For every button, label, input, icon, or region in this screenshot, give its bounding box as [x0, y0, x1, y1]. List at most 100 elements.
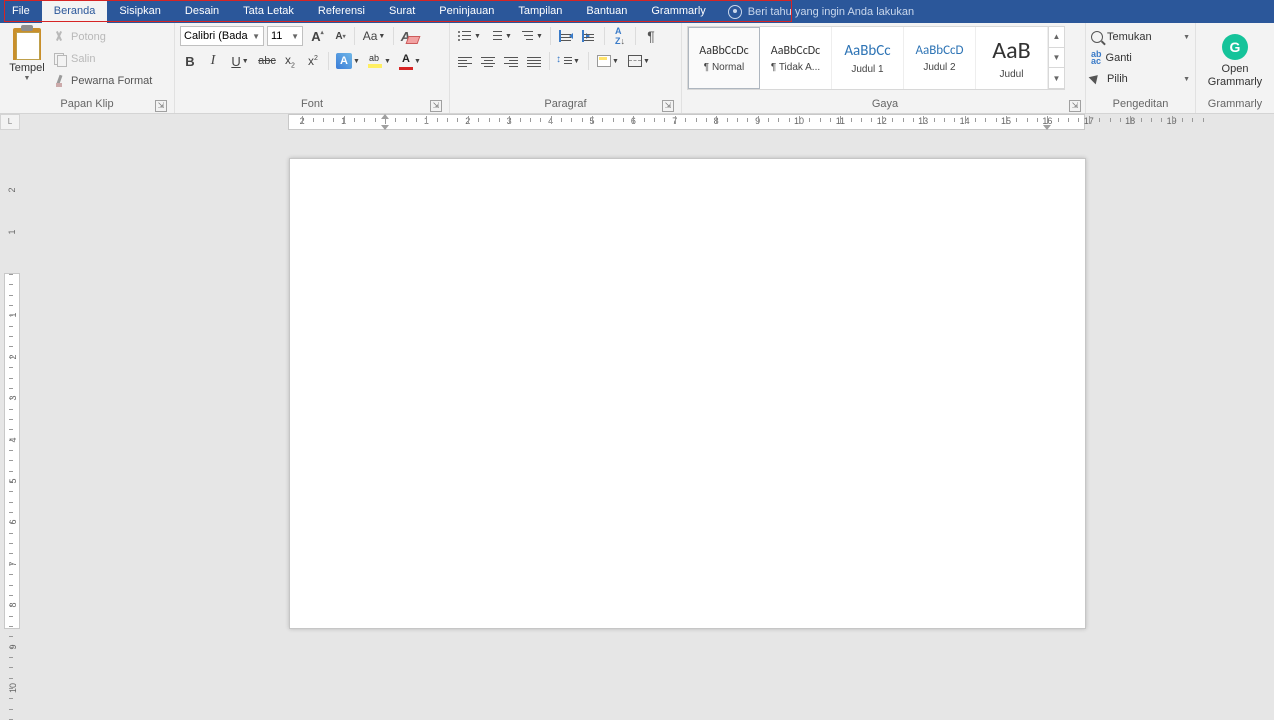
first-line-indent-marker[interactable] [381, 114, 389, 119]
ruler-tick [9, 636, 13, 637]
select-button[interactable]: Pilih ▼ [1091, 70, 1190, 88]
grow-font-button[interactable]: A [306, 26, 326, 46]
clear-format-button[interactable]: A [399, 27, 421, 45]
style--tidak-a-[interactable]: AaBbCcDc ¶ Tidak A... [760, 27, 832, 89]
justify-button[interactable] [524, 51, 544, 71]
cut-button[interactable]: Potong [53, 28, 152, 46]
ruler-tick [1037, 118, 1038, 122]
shading-button[interactable]: ▼ [594, 51, 622, 71]
tab-sisipkan[interactable]: Sisipkan [107, 0, 173, 23]
underline-button[interactable]: U▼ [226, 51, 254, 71]
clipboard-launcher[interactable]: ⇲ [155, 100, 167, 112]
font-launcher[interactable]: ⇲ [430, 100, 442, 112]
replace-button[interactable]: abac Ganti [1091, 49, 1190, 67]
para-launcher[interactable]: ⇲ [662, 100, 674, 112]
highlight-button[interactable]: ▼ [365, 51, 393, 71]
paste-button[interactable]: Tempel ▼ [5, 26, 49, 97]
align-left-button[interactable] [455, 51, 475, 71]
bold-button[interactable]: B [180, 51, 200, 71]
chevron-down-icon: ▼ [1183, 76, 1190, 83]
style-label: Judul [978, 69, 1045, 80]
chevron-down-icon: ▼ [612, 58, 619, 65]
ruler-tick [975, 118, 976, 122]
ruler-tick [9, 709, 13, 710]
format-painter-button[interactable]: Pewarna Format [53, 72, 152, 90]
ruler-tick [9, 585, 13, 586]
shrink-font-button[interactable]: A [329, 26, 349, 46]
style-judul-1[interactable]: AaBbCcJudul 1 [832, 27, 904, 89]
ruler-tick [375, 118, 376, 122]
ruler-corner[interactable]: L [0, 114, 20, 130]
tell-me-wrap[interactable]: Beri tahu yang ingin Anda lakukan [728, 5, 914, 19]
horizontal-ruler[interactable]: 2112345678910111213141516171819 [20, 114, 1274, 130]
style-preview: AaBbCcDc [699, 44, 748, 58]
ruler-tick [768, 118, 769, 122]
style-preview: AaBbCc [844, 42, 890, 60]
search-icon [1091, 31, 1103, 43]
tab-beranda[interactable]: Beranda [42, 0, 108, 23]
decrease-indent-button[interactable] [556, 26, 576, 46]
grammarly-icon[interactable]: G [1222, 34, 1248, 60]
superscript-button[interactable]: x2 [303, 51, 323, 71]
align-center-button[interactable] [478, 51, 498, 71]
ruler-tick [996, 118, 997, 122]
replace-label: Ganti [1106, 52, 1132, 64]
tab-bantuan[interactable]: Bantuan [574, 0, 639, 23]
bullets-button[interactable]: ▼ [455, 26, 483, 46]
strike-button[interactable]: abc [257, 51, 277, 71]
open-grammarly-button[interactable]: Open Grammarly [1208, 63, 1262, 89]
subscript-button[interactable]: x2 [280, 51, 300, 71]
tab-tampilan[interactable]: Tampilan [506, 0, 574, 23]
ruler-tick [830, 118, 831, 122]
text-effects-button[interactable]: A▼ [334, 51, 362, 71]
vertical-ruler[interactable]: 12345678910 12 [4, 130, 20, 629]
borders-button[interactable]: ▼ [625, 51, 653, 71]
ruler-tick [9, 647, 13, 648]
styles-launcher[interactable]: ⇲ [1069, 100, 1081, 112]
tab-file[interactable]: File [0, 0, 42, 23]
find-button[interactable]: Temukan ▼ [1091, 28, 1190, 46]
style-judul[interactable]: AaBJudul [976, 27, 1048, 89]
ruler-tick [644, 118, 645, 122]
style--normal[interactable]: AaBbCcDc¶ Normal [688, 27, 760, 89]
tab-referensi[interactable]: Referensi [306, 0, 377, 23]
line-spacing-button[interactable]: ▼ [555, 51, 583, 71]
ruler-tick [1047, 116, 1048, 124]
gallery-up-button[interactable]: ▲ [1049, 27, 1064, 48]
tab-surat[interactable]: Surat [377, 0, 427, 23]
sort-icon: AZ [615, 26, 625, 46]
change-case-button[interactable]: Aa▼ [360, 26, 388, 46]
ruler-tick [582, 118, 583, 122]
ruler-tick [747, 118, 748, 122]
italic-button[interactable]: I [203, 51, 223, 71]
tab-peninjauan[interactable]: Peninjauan [427, 0, 506, 23]
justify-icon [527, 55, 541, 67]
multilevel-button[interactable]: ▼ [517, 26, 545, 46]
gallery-down-button[interactable]: ▼ [1049, 48, 1064, 69]
align-right-button[interactable] [501, 51, 521, 71]
ruler-tick [965, 116, 966, 124]
sort-button[interactable]: AZ [610, 26, 630, 46]
hanging-indent-marker[interactable] [381, 125, 389, 130]
chevron-down-icon: ▼ [378, 33, 385, 40]
ruler-tick [9, 326, 13, 327]
ruler-tick [1027, 118, 1028, 122]
style-judul-2[interactable]: AaBbCcDJudul 2 [904, 27, 976, 89]
right-indent-marker[interactable] [1043, 125, 1051, 130]
document-page[interactable] [289, 158, 1086, 629]
font-color-button[interactable]: A▼ [396, 51, 424, 71]
numbering-button[interactable]: ▼ [486, 26, 514, 46]
separator [328, 52, 329, 70]
tab-tata-letak[interactable]: Tata Letak [231, 0, 306, 23]
increase-indent-button[interactable] [579, 26, 599, 46]
style-preview: AaBbCcDc [771, 44, 820, 58]
tab-grammarly[interactable]: Grammarly [639, 0, 717, 23]
separator [354, 27, 355, 45]
tab-desain[interactable]: Desain [173, 0, 231, 23]
copy-button[interactable]: Salin [53, 50, 152, 68]
font-size-combo[interactable]: 11 ▼ [267, 26, 303, 46]
font-name-combo[interactable]: Calibri (Bada ▼ [180, 26, 264, 46]
show-marks-button[interactable]: ¶ [641, 26, 661, 46]
style-label: ¶ Tidak A... [762, 62, 829, 73]
gallery-more-button[interactable]: ▼ [1049, 68, 1064, 89]
